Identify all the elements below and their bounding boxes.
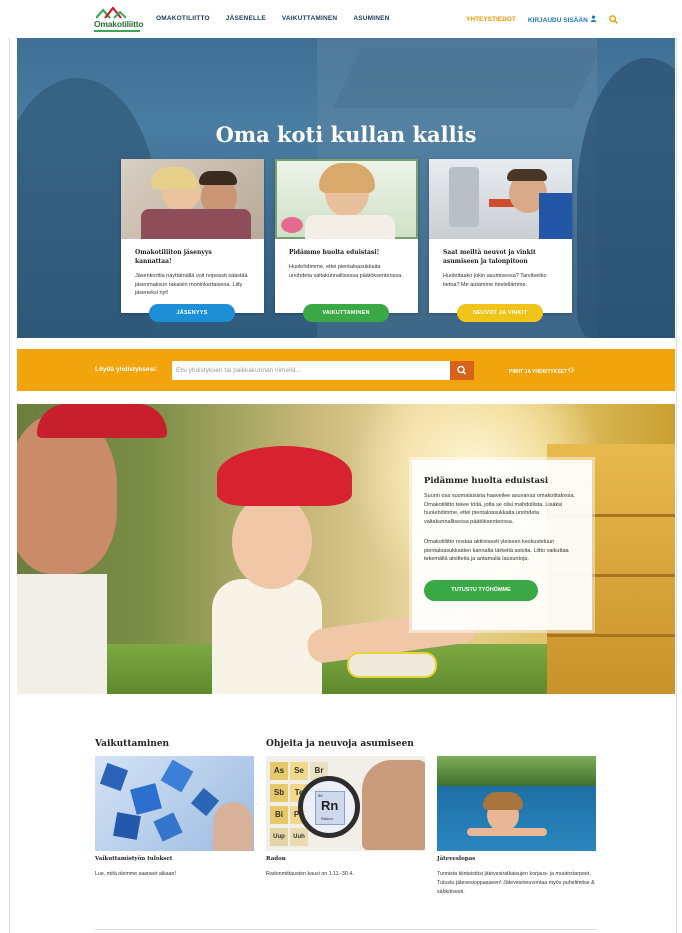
search-submit-button[interactable] — [450, 361, 474, 380]
card-text: Huolettaako jokin asumisessa? Tarvitsetk… — [443, 273, 547, 288]
logo-text: Omakotiliitto — [94, 19, 144, 29]
card-text: Jäsenkorttia näyttämällä voit nopeasti s… — [135, 273, 248, 296]
nav-item-omakotiliitto[interactable]: OMAKOTILIITTO — [156, 15, 210, 22]
hand — [362, 760, 425, 850]
child-shirt — [212, 579, 322, 694]
card-title: Omakotiliiton jäsenyys kannattaa! — [135, 249, 212, 265]
radon-name: Radon — [321, 816, 333, 821]
child-red-cap — [217, 446, 352, 506]
feature-paragraph-1: Suurin osa suomalaisista haaveilee asuva… — [424, 493, 576, 525]
advocacy-button[interactable]: VAIKUTTAMINEN — [303, 304, 389, 322]
hero-card-advocacy: Pidämme huolta eduistasi! Huolehdimme, e… — [275, 159, 418, 322]
footer-divider — [95, 929, 597, 930]
father-figure — [17, 414, 117, 574]
logo-underline — [94, 30, 140, 32]
login-link[interactable]: KIRJAUDU SISÄÄN — [528, 15, 597, 24]
father-red-cap — [37, 404, 167, 438]
card-image-greenhouse — [275, 159, 418, 239]
nav-item-asuminen[interactable]: ASUMINEN — [353, 15, 389, 22]
card-text: Huolehdimme, ettei pientaloasukkaita uno… — [289, 264, 403, 279]
explore-work-button[interactable]: TUTUSTU TYÖHÖMME — [424, 580, 538, 601]
tile-image-radon[interactable]: As Se Br Sb Te I Bi Po Uup Uuh 86 Rn Rad… — [266, 756, 425, 851]
nav-item-jasenelle[interactable]: JÄSENELLE — [226, 15, 266, 22]
login-label: KIRJAUDU SISÄÄN — [527, 17, 588, 24]
tile-text: Lue, mitä olemme saaneet aikaan! — [95, 871, 176, 877]
card-title: Pidämme huolta eduistasi! — [289, 249, 380, 256]
tile-image-swimming[interactable] — [437, 756, 596, 851]
hero-card-advice: Saat meiltä neuvot ja vinkit asumiseen j… — [429, 159, 572, 322]
element-cell: As — [270, 762, 288, 780]
tile-title[interactable]: Radon — [266, 856, 286, 862]
card-title: Saat meiltä neuvot ja vinkit asumiseen j… — [443, 249, 536, 265]
tile-image-dollar-cubes[interactable] — [95, 756, 254, 851]
work-glove — [347, 652, 437, 678]
feature-info-box: Pidämme huolta eduistasi Suurin osa suom… — [412, 460, 592, 630]
site-logo[interactable]: Omakotiliitto — [94, 7, 144, 32]
father-shirt — [17, 574, 107, 694]
feature-title: Pidämme huolta eduistasi — [424, 476, 549, 486]
user-icon — [589, 15, 597, 22]
section-title-advice: Ohjeita ja neuvoja asumiseen — [266, 739, 414, 749]
magnifier-lens: 86 Rn Radon — [298, 776, 360, 838]
tile-text: Radonmittausten kausi on 1.11.-30.4. — [266, 871, 354, 877]
site-header: Omakotiliitto OMAKOTILIITTO JÄSENELLE VA… — [0, 0, 682, 38]
contacts-link[interactable]: YHTEYSTIEDOT — [466, 16, 516, 23]
association-search-bar: Löydä yhdistyksesi: Etsi yhdistyksen tai… — [17, 349, 675, 391]
element-cell: Se — [290, 762, 308, 780]
search-label: Löydä yhdistyksesi: — [95, 366, 158, 373]
tile-text: Tunnista kiinteistösi jätevesiratkaisuje… — [437, 871, 595, 895]
element-cell: Uuh — [290, 828, 308, 846]
hero-title: Oma koti kullan kallis — [215, 122, 477, 147]
radon-symbol: Rn — [321, 798, 339, 813]
hero-banner: Oma koti kullan kallis Omakotiliiton jäs… — [17, 38, 675, 338]
association-search-input[interactable]: Etsi yhdistyksen tai paikkakunnan nimell… — [172, 361, 450, 380]
card-image-plumber — [429, 159, 572, 239]
section-title-advocacy: Vaikuttaminen — [95, 739, 170, 749]
tile-title[interactable]: Jäteveslopas — [437, 856, 475, 862]
hero-roof-shape — [333, 48, 601, 108]
feature-paragraph-2: Omakotiliitto nostaa aktiivisesti yleise… — [424, 539, 569, 562]
tile-title[interactable]: Vaikuttamistyön tulokset — [95, 856, 172, 862]
search-icon[interactable] — [608, 15, 618, 24]
districts-link[interactable]: PIIRIT JA YHDISTYKSET — [509, 367, 575, 375]
hive-stripe — [547, 634, 675, 637]
element-cell: Bi — [270, 806, 288, 824]
search-icon — [457, 365, 467, 375]
logo-roofs-icon — [96, 7, 126, 19]
nav-item-vaikuttaminen[interactable]: VAIKUTTAMINEN — [282, 15, 337, 22]
header-actions: YHTEYSTIEDOT KIRJAUDU SISÄÄN — [466, 15, 618, 24]
districts-link-label: PIIRIT JA YHDISTYKSET — [509, 369, 568, 375]
chevron-arrows-icon — [568, 367, 575, 373]
element-cell: Sb — [270, 784, 288, 802]
card-image-family — [121, 159, 264, 239]
membership-button[interactable]: JÄSENYYS — [149, 304, 235, 322]
child-figure — [232, 494, 312, 589]
hero-card-membership: Omakotiliiton jäsenyys kannattaa! Jäsenk… — [121, 159, 264, 322]
main-nav: OMAKOTILIITTO JÄSENELLE VAIKUTTAMINEN AS… — [156, 15, 390, 22]
radon-cell: 86 Rn Radon — [315, 791, 345, 825]
advice-button[interactable]: NEUVOT JA VINKIT — [457, 304, 543, 322]
element-cell: Uup — [270, 828, 288, 846]
